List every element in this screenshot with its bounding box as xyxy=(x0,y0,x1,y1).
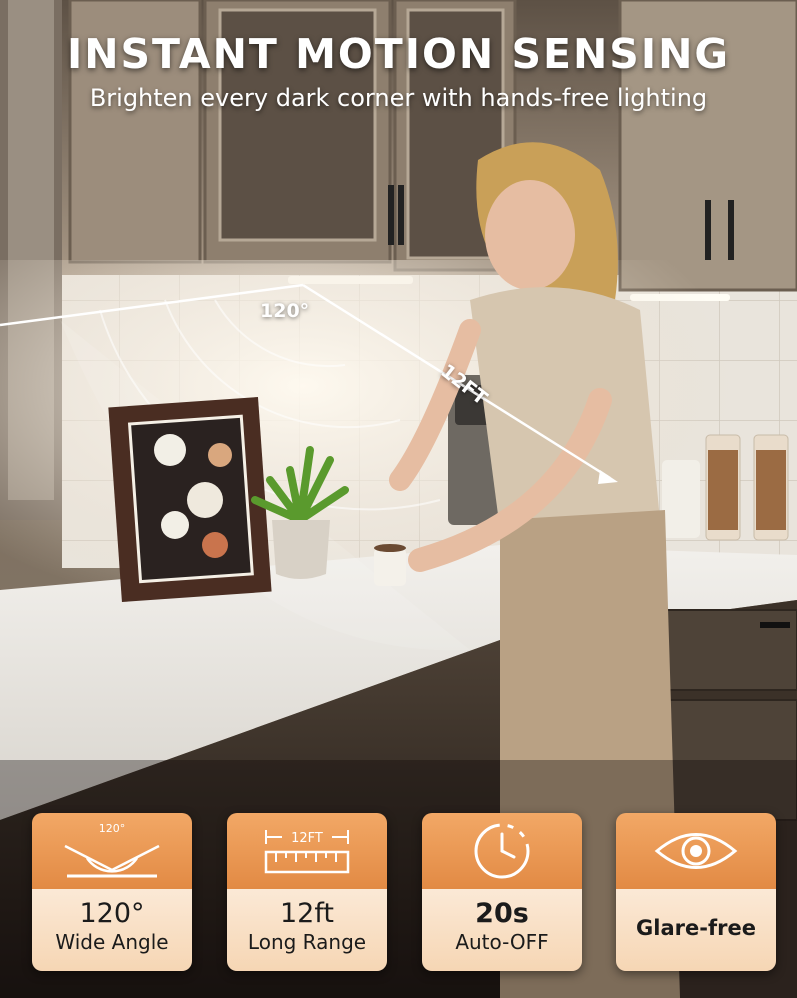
sensor-angle-icon: 120° xyxy=(32,813,192,889)
subheadline: Brighten every dark corner with hands-fr… xyxy=(89,84,708,112)
feature-label: Long Range xyxy=(247,930,367,954)
feature-label: Glare-free xyxy=(636,916,756,940)
eye-icon xyxy=(616,813,776,889)
feature-label: Wide Angle xyxy=(55,930,169,954)
detection-angle-label: 120° xyxy=(260,300,310,322)
feature-value: 20s xyxy=(475,898,529,929)
product-banner: INSTANT MOTION SENSING Brighten every da… xyxy=(0,0,797,998)
feature-value: 12ft xyxy=(280,898,334,929)
icon-range-text: 12FT xyxy=(291,831,323,846)
feature-badge-auto-off: 20s Auto-OFF xyxy=(422,813,582,971)
icon-angle-text: 120° xyxy=(99,822,126,835)
ruler-range-icon: 12FT xyxy=(227,813,387,889)
feature-badge-long-range: 12FT 12ft Long Range xyxy=(227,813,387,971)
feature-badges: 120° 120° Wide Angle 12FT 12ft Long Rang… xyxy=(32,813,776,971)
headline: INSTANT MOTION SENSING xyxy=(66,30,731,78)
feature-value: 120° xyxy=(79,898,145,929)
feature-label: Auto-OFF xyxy=(455,930,549,954)
timer-icon xyxy=(422,813,582,889)
feature-badge-glare-free: Glare-free xyxy=(616,813,776,971)
feature-badge-wide-angle: 120° 120° Wide Angle xyxy=(32,813,192,971)
